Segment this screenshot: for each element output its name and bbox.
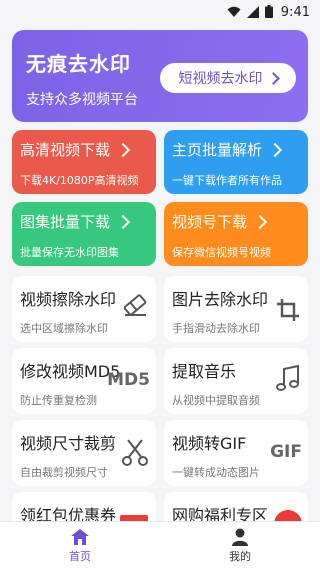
- extract-music-tool[interactable]: 提取音乐 从视频中提取音频: [164, 348, 308, 414]
- homepage-batch-parse-card[interactable]: 主页批量解析 一键下载作者所有作品: [164, 130, 308, 194]
- gallery-batch-download-card[interactable]: 图集批量下载 批量保存无水印图集: [12, 202, 156, 266]
- chevron-right-icon: [115, 142, 131, 157]
- hero-banner[interactable]: 无痕去水印 支持众多视频平台 短视频去水印: [12, 30, 308, 122]
- music-note-icon: [276, 364, 300, 398]
- video-to-gif-tool[interactable]: 视频转GIF 一键转成动态图片 GIF: [164, 420, 308, 486]
- crop-icon: [276, 298, 300, 326]
- gif-icon: GIF: [270, 442, 302, 462]
- card-subtitle: 保存微信视频号视频: [172, 246, 271, 259]
- home-icon: [71, 529, 89, 545]
- card-subtitle: 批量保存无水印图集: [20, 246, 119, 259]
- eraser-icon: [122, 294, 148, 320]
- status-time: 9:41: [280, 4, 310, 20]
- card-title: 高清视频下载: [20, 141, 111, 159]
- person-icon: [232, 528, 248, 546]
- hero-button-label: 短视频去水印: [178, 71, 263, 87]
- card-title: 图集批量下载: [20, 213, 111, 231]
- nav-label: 我的: [229, 550, 251, 563]
- tool-subtitle: 选中区域擦除水印: [20, 322, 108, 335]
- nav-label: 首页: [69, 550, 91, 563]
- modify-video-md5-tool[interactable]: 修改视频MD5 防止传重复检测 MD5: [12, 348, 156, 414]
- image-remove-watermark-tool[interactable]: 图片去除水印 手指滑动去除水印: [164, 276, 308, 342]
- md5-icon: MD5: [107, 370, 150, 390]
- card-title: 主页批量解析: [172, 141, 263, 159]
- wifi-icon: [227, 3, 241, 22]
- hd-video-download-card[interactable]: 高清视频下载 下载4K/1080P高清视频: [12, 130, 156, 194]
- status-bar: 9:41: [0, 0, 320, 24]
- card-subtitle: 一键下载作者所有作品: [172, 174, 282, 187]
- video-size-crop-tool[interactable]: 视频尺寸裁剪 自由裁剪视频尺寸: [12, 420, 156, 486]
- card-title: 视频号下载: [172, 213, 248, 231]
- chevron-right-icon: [267, 142, 283, 157]
- cellular-signal-icon: [246, 3, 259, 22]
- nav-item-home[interactable]: 首页: [0, 522, 160, 570]
- tool-subtitle: 一键转成动态图片: [172, 466, 260, 479]
- tool-subtitle: 防止传重复检测: [20, 394, 97, 407]
- card-subtitle: 下载4K/1080P高清视频: [20, 174, 139, 187]
- bottom-nav: 首页 我的: [0, 521, 320, 570]
- chevron-right-icon: [266, 71, 280, 85]
- channels-video-download-card[interactable]: 视频号下载 保存微信视频号视频: [164, 202, 308, 266]
- scissors-icon: [122, 438, 148, 470]
- battery-icon: [264, 3, 273, 22]
- short-video-watermark-button[interactable]: 短视频去水印: [160, 63, 296, 93]
- nav-item-mine[interactable]: 我的: [160, 522, 320, 570]
- chevron-right-icon: [252, 214, 268, 229]
- video-erase-watermark-tool[interactable]: 视频擦除水印 选中区域擦除水印: [12, 276, 156, 342]
- chevron-right-icon: [115, 214, 131, 229]
